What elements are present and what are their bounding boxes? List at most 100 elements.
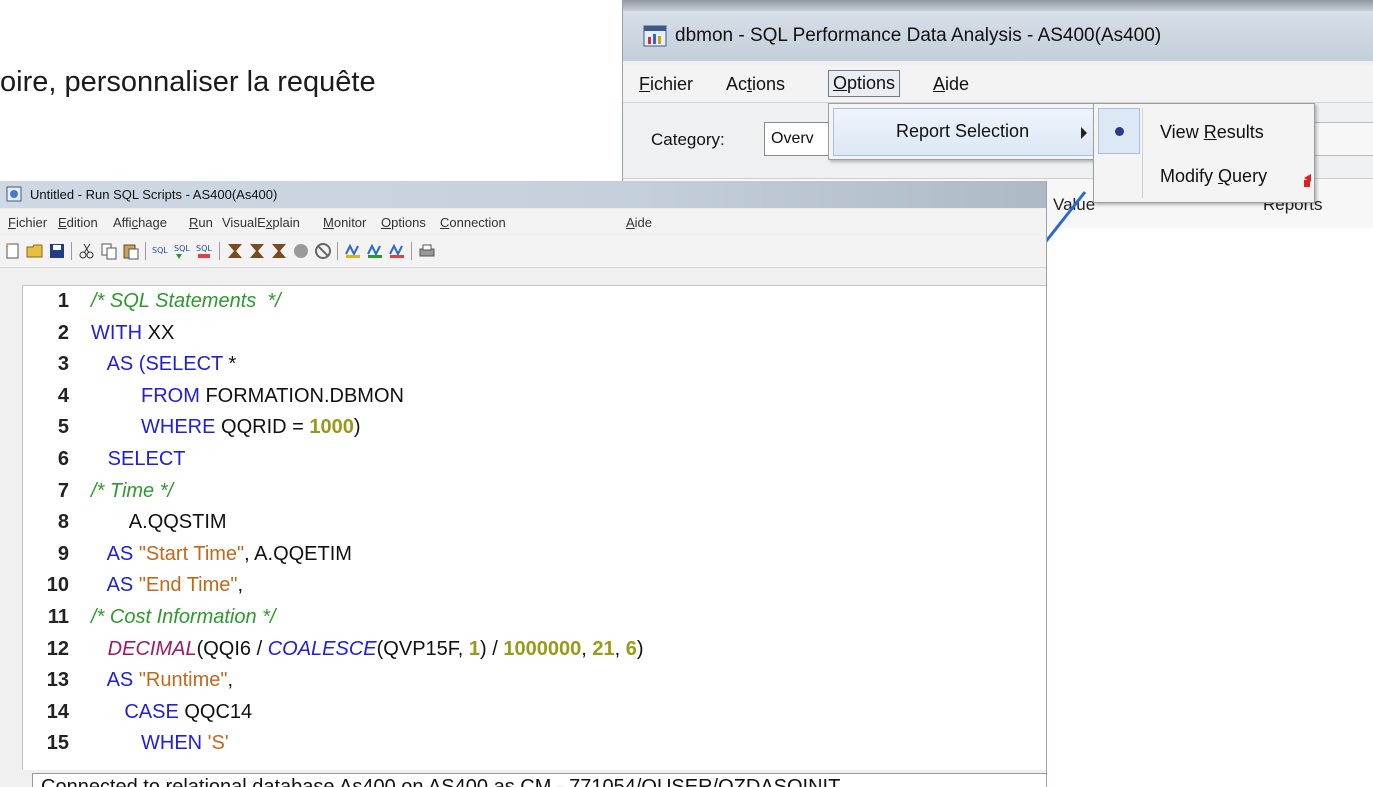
line-number: 13 — [46, 669, 69, 692]
code-token: A.QQSTIM — [91, 511, 227, 534]
code-line[interactable]: 8 A.QQSTIM — [23, 511, 1046, 538]
explain-icon[interactable] — [226, 242, 244, 260]
menu-fichier[interactable]: Fichier — [4, 213, 51, 232]
code-token: AS — [91, 542, 139, 565]
code-line[interactable]: 5 WHERE QQRID = 1000) — [23, 416, 1046, 443]
visual-explain-icon[interactable] — [270, 242, 288, 260]
submenu-arrow-icon — [1081, 127, 1087, 139]
dbmon-title: dbmon - SQL Performance Data Analysis - … — [675, 25, 1162, 46]
run-selected-icon[interactable]: SQL — [174, 242, 192, 260]
menu-connection[interactable]: Connection — [436, 213, 510, 232]
code-text: AS (SELECT * — [91, 353, 237, 376]
code-token: "Start Time" — [138, 542, 245, 565]
toolbar-separator — [337, 242, 338, 260]
menu-item-modify-query[interactable]: Modify Query — [1160, 166, 1267, 187]
open-folder-icon[interactable] — [26, 242, 44, 260]
menu-item-view-results[interactable]: View Results — [1160, 122, 1264, 143]
menu-visualexplain[interactable]: VisualExplain — [218, 213, 304, 232]
code-text: WITH XX — [91, 322, 174, 345]
code-line[interactable]: 6 SELECT — [23, 448, 1046, 475]
menu-actions[interactable]: Actions — [722, 72, 789, 97]
report-selection-label: Report Selection — [896, 121, 1030, 141]
code-line[interactable]: 11 /* Cost Information */ — [23, 606, 1046, 633]
menu-run[interactable]: Run — [185, 213, 217, 232]
run-from-selected-icon[interactable]: SQL — [196, 242, 214, 260]
toolbar-separator — [145, 242, 146, 260]
line-number: 14 — [46, 700, 69, 723]
code-line[interactable]: 1 /* SQL Statements */ — [23, 290, 1046, 317]
code-line[interactable]: 2 WITH XX — [23, 322, 1046, 349]
monitor-icon[interactable] — [344, 242, 362, 260]
new-file-icon[interactable] — [4, 242, 22, 260]
menu-item-report-selection[interactable]: Report Selection — [833, 108, 1095, 156]
code-line[interactable]: 12 DECIMAL(QQI6 / COALESCE(QVP15F, 1) / … — [23, 637, 1046, 665]
code-token: 'S' — [207, 732, 229, 755]
code-token: "Runtime" — [138, 669, 228, 692]
code-token: FROM — [91, 384, 206, 407]
code-token: SELECT — [91, 448, 186, 470]
code-text: CASE QQC14 — [91, 701, 252, 724]
line-number: 15 — [46, 732, 69, 755]
code-token: , — [614, 637, 626, 660]
code-token: * — [228, 353, 237, 376]
submenu-separator — [1142, 108, 1143, 198]
code-line[interactable]: 4 FROM FORMATION.DBMON — [23, 384, 1046, 412]
code-line[interactable]: 9 AS "Start Time", A.QQETIM — [23, 542, 1046, 570]
monitor-start-icon[interactable] — [366, 242, 384, 260]
sql-titlebar[interactable]: Untitled - Run SQL Scripts - AS400(As400… — [0, 181, 1046, 208]
save-icon[interactable] — [48, 242, 66, 260]
line-number: 4 — [57, 384, 69, 407]
cancel-icon[interactable] — [314, 242, 332, 260]
code-line[interactable]: 15 WHEN 'S' — [23, 732, 1046, 759]
code-token: 1000 — [309, 416, 354, 439]
code-line[interactable]: 13 AS "Runtime", — [23, 669, 1046, 696]
menu-edition[interactable]: Edition — [54, 213, 102, 232]
code-text: WHERE QQRID = 1000) — [91, 416, 361, 439]
sql-editor[interactable]: 1 /* SQL Statements */ 2 WITH XX 3 AS (SELEC… — [22, 285, 1046, 770]
code-token: AS — [91, 574, 139, 597]
code-token: FORMATION.DBMON — [205, 384, 404, 407]
menu-affichage[interactable]: Affichage — [109, 213, 171, 232]
code-line[interactable]: 3 AS (SELECT * — [23, 353, 1046, 380]
slide-text: oire, personnaliser la requête — [0, 66, 376, 98]
menu-aide[interactable]: Aide — [929, 72, 973, 97]
line-number: 6 — [57, 448, 69, 470]
monitor-stop-icon[interactable] — [388, 242, 406, 260]
code-token: WHERE — [91, 416, 222, 439]
code-line[interactable]: 14 CASE QQC14 — [23, 700, 1046, 728]
connection-status: Connected to relational database As400 o… — [41, 776, 841, 787]
code-token: 1000000 — [503, 637, 582, 660]
toolbar-separator — [219, 242, 220, 260]
run-explain-icon[interactable] — [248, 242, 266, 260]
run-all-icon[interactable]: SQL — [152, 242, 170, 260]
code-text: SELECT — [91, 448, 186, 471]
dbmon-titlebar[interactable]: dbmon - SQL Performance Data Analysis - … — [623, 11, 1373, 61]
menu-options[interactable]: Options — [377, 213, 430, 232]
code-token: AS — [91, 669, 139, 692]
menu-aide[interactable]: Aide — [622, 213, 656, 232]
cut-icon[interactable] — [78, 242, 96, 260]
code-token: QQRID = — [221, 416, 310, 439]
copy-icon[interactable] — [100, 242, 118, 260]
menu-fichier[interactable]: Fichier — [635, 72, 697, 97]
code-text: FROM FORMATION.DBMON — [91, 385, 404, 408]
code-text: A.QQSTIM — [91, 511, 227, 534]
print-icon[interactable] — [418, 242, 436, 260]
line-number: 9 — [57, 542, 69, 565]
line-number: 7 — [57, 479, 69, 502]
code-token: /* SQL Statements */ — [91, 290, 281, 312]
menu-monitor[interactable]: Monitor — [319, 213, 370, 232]
code-token: DECIMAL — [91, 637, 197, 660]
paste-icon[interactable] — [122, 242, 140, 260]
code-line[interactable]: 7 /* Time */ — [23, 479, 1046, 507]
line-number: 10 — [46, 574, 69, 597]
line-number: 11 — [47, 606, 69, 628]
sql-menubar: Fichier Edition Affichage Run VisualExpl… — [0, 209, 1046, 234]
stop-icon[interactable] — [292, 242, 310, 260]
code-text: /* SQL Statements */ — [91, 290, 281, 313]
code-token: QQC14 — [184, 700, 253, 723]
sql-toolbar: SQL SQL SQL — [0, 235, 1046, 268]
svg-text:SQL: SQL — [174, 244, 190, 253]
code-line[interactable]: 10 AS "End Time", — [23, 574, 1046, 601]
menu-options[interactable]: Options — [828, 70, 901, 97]
